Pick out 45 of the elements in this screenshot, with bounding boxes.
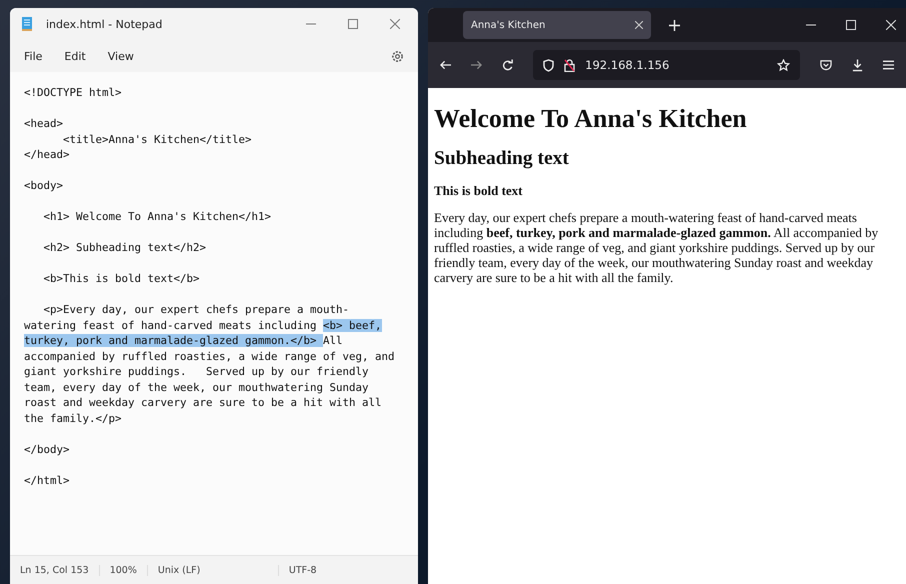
bold-text: This is bold text [434,183,524,199]
code-line: watering feast of hand-carved meats including <b> beef, [24,318,383,333]
code-line: team, every day of the week, our mouthwatering Sunday [24,380,370,395]
status-item: Unix (LF) [148,564,279,576]
page-paragraph: Every day, our expert chefs prepare a mouth-watering feast of hand-carved meats including beef, turkey, pork and marmalade-glazed gammon. All accompanied by ruffled roasties, a wide range of veg, and giant yorkshire puddings. Served up by our friendly team, every day of the week, our mouthwatering Sunday roast and weekday carvery are sure to be a hit with all the family. [434,210,880,285]
shield-icon [543,58,554,72]
code-line: <title>Anna's Kitchen</title> [62,132,253,147]
lock-icon [564,58,576,72]
page-subheading: Subheading text [434,148,570,170]
download-icon[interactable] [852,58,863,72]
code-line: <b>This is bold text</b> [42,271,201,286]
page-heading: Welcome To Anna's Kitchen [434,104,748,134]
settings-icon[interactable] [391,50,404,62]
close-icon[interactable] [635,21,643,29]
code-line: </body> [24,442,71,457]
code-line: turkey, pork and marmalade-glazed gammon.</b> All [24,333,344,348]
forward-arrow-icon[interactable] [471,60,482,70]
star-icon[interactable] [776,58,790,72]
code-line: <!DOCTYPE html> [24,85,123,100]
code-line: <head> [24,116,64,132]
code-line: <h1> Welcome To Anna's Kitchen</h1> [42,209,272,224]
code-line: roast and weekday carvery are sure to be a hit with all [24,395,383,410]
pocket-icon[interactable] [820,59,832,71]
address-bar[interactable]: 192.168.1.156 [533,50,800,80]
code-line: </html> [24,472,71,488]
menu-icon[interactable] [882,60,894,70]
status-item: 100% [100,564,148,576]
code-line: <body> [24,178,64,194]
reload-icon[interactable] [502,59,514,71]
window-title: index.html - Notepad [46,18,164,30]
status-item: UTF-8 [288,564,318,576]
menu-item[interactable]: File [24,50,42,62]
back-arrow-icon[interactable] [440,60,452,70]
new-tab-icon[interactable] [669,20,680,30]
notepad-icon [22,17,32,31]
menu-item[interactable]: Edit [64,50,86,62]
menu-item[interactable]: View [108,50,134,62]
code-line: <h2> Subheading text</h2> [42,240,208,256]
code-line: <p>Every day, our expert chefs prepare a mouth- [42,302,350,318]
code-line: giant yorkshire puddings. Served up by our friendly [24,364,370,380]
code-line: </head> [24,147,71,162]
status-item: Ln 15, Col 153 [10,564,100,576]
browser-tab[interactable]: Anna's Kitchen [463,11,651,39]
code-line: the family.</p> [24,410,123,426]
code-line: accompanied by ruffled roasties, a wide range of veg, and [24,348,396,364]
